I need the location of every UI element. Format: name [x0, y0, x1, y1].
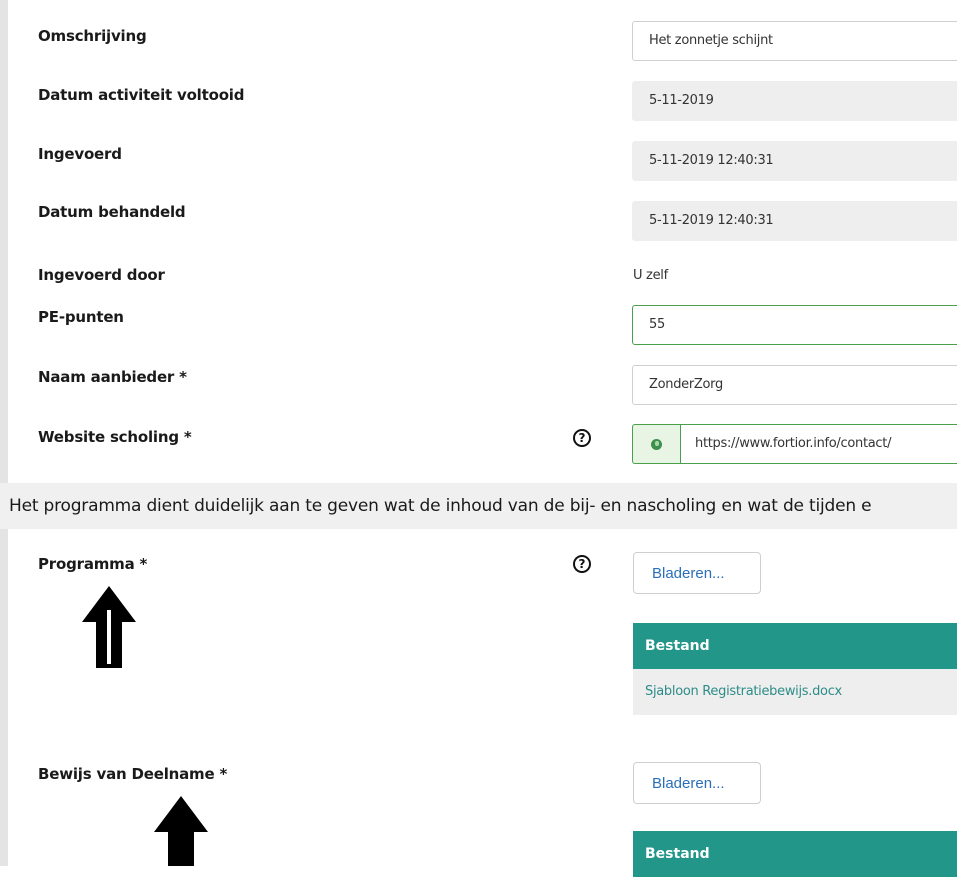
url-addon — [632, 424, 680, 464]
ingevoerd-door-label: Ingevoerd door — [38, 266, 165, 284]
datum-behandeld-field: 5-11-2019 12:40:31 — [632, 201, 957, 241]
ingevoerd-door-value: U zelf — [633, 268, 668, 283]
programma-browse-button[interactable]: Bladeren... — [633, 552, 761, 594]
website-input-group: https://www.fortior.info/contact/ — [632, 424, 957, 464]
ingevoerd-label: Ingevoerd — [38, 145, 122, 163]
bewijs-file-table: Bestand — [633, 831, 957, 877]
website-input[interactable]: https://www.fortior.info/contact/ — [680, 424, 957, 464]
omschrijving-input[interactable]: Het zonnetje schijnt — [632, 21, 957, 61]
pe-punten-label: PE-punten — [38, 308, 124, 326]
arrow-up-icon — [154, 796, 208, 866]
pe-punten-input[interactable]: 55 — [632, 305, 957, 345]
bewijs-label: Bewijs van Deelname * — [38, 765, 228, 783]
globe-icon — [651, 439, 662, 450]
naam-aanbieder-input[interactable]: ZonderZorg — [632, 365, 957, 405]
left-border — [0, 0, 8, 866]
arrow-up-icon — [82, 586, 136, 668]
question-circle-icon[interactable]: ? — [573, 429, 591, 447]
programma-label: Programma * — [38, 555, 148, 573]
question-circle-icon[interactable]: ? — [573, 555, 591, 573]
ingevoerd-field: 5-11-2019 12:40:31 — [632, 141, 957, 181]
file-table-header: Bestand — [633, 623, 957, 669]
bewijs-browse-button[interactable]: Bladeren... — [633, 762, 761, 804]
datum-voltooid-label: Datum activiteit voltooid — [38, 86, 245, 104]
file-table-header: Bestand — [633, 831, 957, 877]
datum-voltooid-field: 5-11-2019 — [632, 81, 957, 121]
naam-aanbieder-label: Naam aanbieder * — [38, 368, 187, 386]
omschrijving-label: Omschrijving — [38, 27, 147, 45]
info-text: Het programma dient duidelijk aan te gev… — [0, 483, 957, 529]
website-scholing-label: Website scholing * — [38, 428, 192, 446]
file-link[interactable]: Sjabloon Registratiebewijs.docx — [633, 669, 957, 715]
programma-file-table: Bestand Sjabloon Registratiebewijs.docx — [633, 623, 957, 715]
datum-behandeld-label: Datum behandeld — [38, 203, 186, 221]
